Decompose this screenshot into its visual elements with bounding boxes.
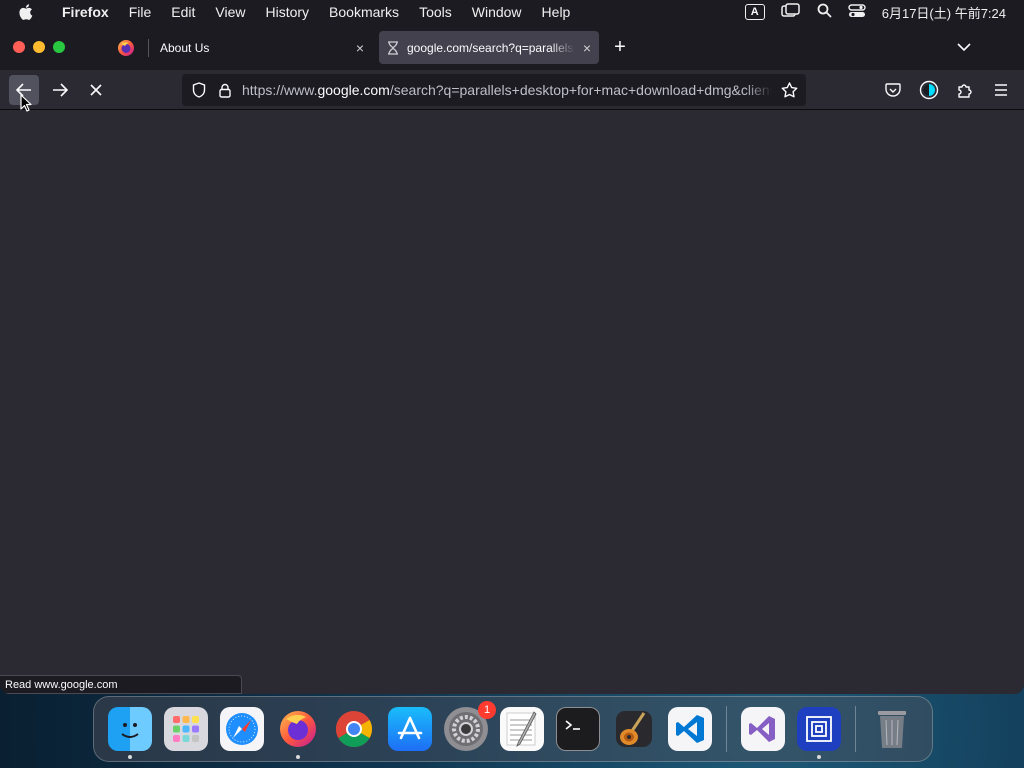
url-prefix: https://www. [242, 82, 318, 98]
dock-item-launchpad[interactable] [164, 707, 208, 751]
menu-window[interactable]: Window [462, 4, 532, 20]
dock-item-app-store[interactable] [388, 707, 432, 751]
new-tab-button[interactable]: + [608, 35, 632, 59]
vscode-icon [676, 715, 704, 743]
spotlight-search-icon[interactable] [817, 3, 832, 21]
firefox-icon [280, 711, 316, 747]
tracking-protection-shield-icon[interactable] [190, 82, 208, 98]
bookmark-star-icon[interactable] [778, 82, 800, 98]
page-content-area[interactable] [0, 111, 1024, 694]
menu-app-name[interactable]: Firefox [52, 4, 119, 20]
control-center-icon[interactable] [848, 3, 866, 21]
menu-tools[interactable]: Tools [409, 4, 462, 20]
puzzle-piece-icon [958, 83, 972, 98]
tab-title: google.com/search?q=parallels+desktop+fo… [407, 40, 575, 55]
menu-bookmarks[interactable]: Bookmarks [319, 4, 409, 20]
firefox-window: About Us × google.com/search?q=parallels… [0, 24, 1024, 694]
extensions-button[interactable] [950, 75, 980, 105]
arrow-right-icon [53, 83, 68, 97]
menu-help[interactable]: Help [532, 4, 581, 20]
window-minimize-button[interactable] [33, 41, 45, 53]
garageband-icon [616, 711, 652, 747]
tab-close-button[interactable]: × [356, 40, 364, 56]
safari-icon [226, 713, 258, 745]
menu-file[interactable]: File [119, 4, 162, 20]
running-indicator [817, 755, 821, 759]
mouse-cursor-icon [20, 94, 32, 112]
running-indicator [128, 755, 132, 759]
apple-menu[interactable] [0, 4, 52, 20]
tab-about-us[interactable]: About Us × [152, 31, 372, 64]
window-zoom-button[interactable] [53, 41, 65, 53]
pinned-tab-firefox[interactable] [104, 31, 148, 65]
toolbar-right [878, 75, 1016, 105]
menu-bar: Firefox File Edit View History Bookmarks… [0, 0, 1024, 24]
notification-badge: 1 [478, 701, 496, 719]
lock-icon[interactable] [218, 83, 232, 98]
dock-item-visual-studio[interactable] [741, 707, 785, 751]
menu-view[interactable]: View [205, 4, 255, 20]
dock-item-firefox[interactable] [276, 707, 320, 759]
dock: 1 [93, 696, 933, 762]
navigation-toolbar: https://www.google.com/search?q=parallel… [0, 70, 1024, 110]
menubar-clock[interactable]: 6月17日(土) 午前7:24 [882, 3, 1006, 22]
dock-item-chrome[interactable] [332, 707, 376, 751]
loading-hourglass-icon [388, 40, 398, 55]
dock-item-vscode[interactable] [668, 707, 712, 751]
menu-history[interactable]: History [255, 4, 319, 20]
dock-item-garageband[interactable] [612, 707, 656, 751]
url-path: /search?q=parallels+desktop+for+mac+down… [389, 82, 772, 98]
dock-item-finder[interactable] [108, 707, 152, 759]
tab-separator [148, 39, 149, 57]
dock-item-system-settings[interactable]: 1 [444, 701, 496, 751]
tab-title: About Us [160, 40, 210, 55]
url-text[interactable]: https://www.google.com/search?q=parallel… [242, 82, 772, 98]
dock-item-terminal[interactable] [556, 707, 600, 751]
input-source-icon[interactable]: A [744, 4, 765, 20]
chevron-down-icon [957, 42, 971, 51]
pocket-icon [885, 82, 901, 97]
terminal-icon [565, 720, 580, 730]
menu-edit[interactable]: Edit [161, 4, 205, 20]
launchpad-icon [173, 716, 199, 742]
stop-loading-button[interactable] [81, 75, 111, 105]
forward-button[interactable] [45, 75, 75, 105]
account-button[interactable] [914, 75, 944, 105]
dock-item-trash[interactable] [870, 707, 914, 751]
screen-mirroring-icon[interactable] [780, 2, 801, 22]
close-icon [90, 84, 102, 96]
dock-separator [855, 706, 856, 752]
app-menu-button[interactable] [986, 75, 1016, 105]
url-domain: google.com [317, 82, 390, 98]
dock-item-safari[interactable] [220, 707, 264, 751]
hamburger-menu-icon [995, 84, 1007, 96]
pocket-button[interactable] [878, 75, 908, 105]
apple-icon [19, 4, 33, 20]
chrome-icon [335, 711, 373, 748]
dock-item-parallels[interactable] [797, 707, 841, 759]
visual-studio-icon [749, 716, 775, 742]
list-all-tabs-button[interactable] [952, 35, 976, 59]
tab-close-button[interactable]: × [583, 40, 591, 56]
address-bar[interactable]: https://www.google.com/search?q=parallel… [182, 74, 806, 106]
parallels-icon [806, 716, 832, 742]
finder-icon [121, 723, 139, 738]
tab-google-search[interactable]: google.com/search?q=parallels+desktop+fo… [379, 31, 599, 64]
trash-icon [878, 711, 906, 748]
window-close-button[interactable] [13, 41, 25, 53]
app-store-icon [397, 716, 423, 740]
textedit-icon [506, 711, 537, 747]
dock-item-textedit[interactable] [500, 707, 544, 751]
running-indicator [296, 755, 300, 759]
firefox-icon [118, 40, 134, 56]
status-panel: Read www.google.com [0, 675, 242, 694]
tab-strip: About Us × google.com/search?q=parallels… [0, 24, 1024, 70]
dock-separator [726, 706, 727, 752]
account-avatar-icon [919, 80, 939, 100]
